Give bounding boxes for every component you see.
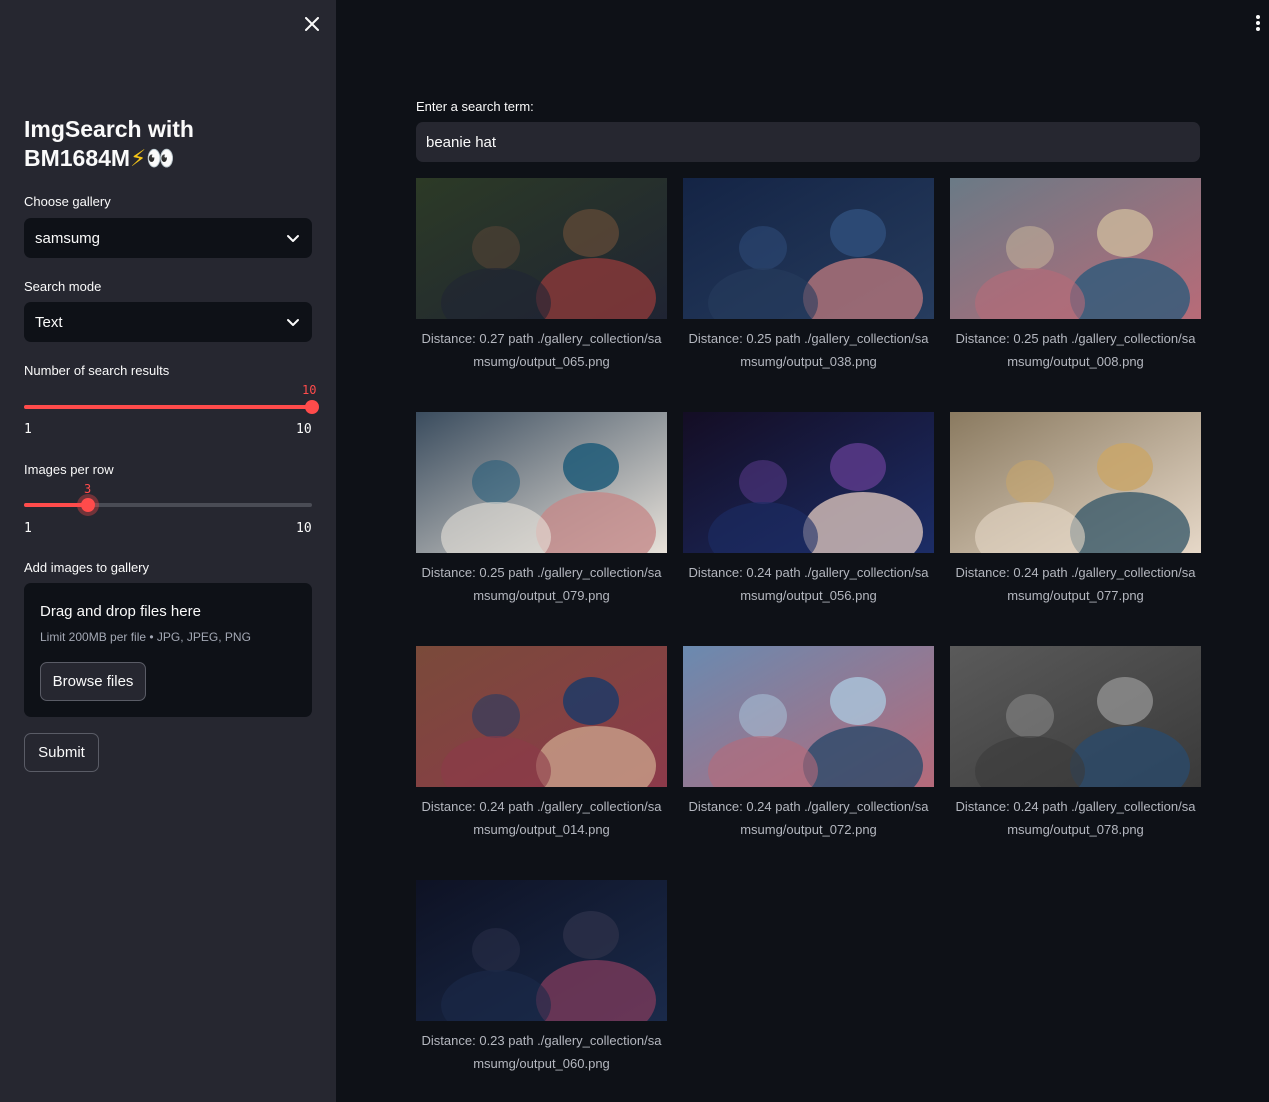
num-results-label: Number of search results: [24, 363, 170, 378]
mode-select[interactable]: Text: [24, 302, 312, 342]
result-image: [416, 178, 667, 319]
result-card: Distance: 0.25 path ./gallery_collection…: [416, 412, 667, 646]
num-results-max: 10: [296, 422, 312, 437]
mode-select-value: Text: [35, 313, 63, 331]
dropzone-title: Drag and drop files here: [40, 603, 201, 620]
browse-files-button[interactable]: Browse files: [40, 662, 146, 701]
per-row-label: Images per row: [24, 462, 114, 477]
search-label: Enter a search term:: [416, 99, 534, 114]
close-icon[interactable]: [300, 12, 324, 36]
num-results-value: 10: [302, 383, 317, 397]
result-image: [950, 178, 1201, 319]
result-caption: Distance: 0.24 path ./gallery_collection…: [688, 799, 929, 837]
per-row-value: 3: [84, 482, 92, 496]
slider-thumb[interactable]: [305, 400, 319, 414]
app-title-line2: BM1684M: [24, 145, 131, 171]
bolt-icon: ⚡: [130, 145, 147, 171]
add-images-label: Add images to gallery: [24, 560, 150, 575]
per-row-slider[interactable]: [24, 498, 312, 512]
file-dropzone[interactable]: Drag and drop files here Limit 200MB per…: [24, 583, 312, 717]
result-caption: Distance: 0.27 path ./gallery_collection…: [421, 331, 662, 369]
result-image: [416, 880, 667, 1021]
mode-label: Search mode: [24, 279, 102, 294]
num-results-min: 1: [24, 422, 32, 437]
results-grid: Distance: 0.27 path ./gallery_collection…: [416, 178, 1201, 1102]
result-image: [683, 178, 934, 319]
result-card: Distance: 0.25 path ./gallery_collection…: [950, 178, 1201, 412]
app-title: ImgSearch with BM1684M⚡👀: [24, 115, 314, 173]
result-card: Distance: 0.27 path ./gallery_collection…: [416, 178, 667, 412]
slider-fill: [24, 503, 88, 507]
more-vertical-icon[interactable]: [1250, 12, 1266, 34]
result-card: Distance: 0.24 path ./gallery_collection…: [950, 646, 1201, 880]
num-results-slider[interactable]: [24, 400, 319, 414]
gallery-select[interactable]: samsumg: [24, 218, 312, 258]
result-card: Distance: 0.24 path ./gallery_collection…: [683, 412, 934, 646]
result-image: [950, 646, 1201, 787]
result-card: Distance: 0.25 path ./gallery_collection…: [683, 178, 934, 412]
chevron-down-icon: [287, 235, 299, 242]
result-caption: Distance: 0.24 path ./gallery_collection…: [421, 799, 662, 837]
result-image: [416, 646, 667, 787]
slider-fill: [24, 405, 312, 409]
result-caption: Distance: 0.25 path ./gallery_collection…: [955, 331, 1196, 369]
result-caption: Distance: 0.25 path ./gallery_collection…: [421, 565, 662, 603]
chevron-down-icon: [287, 319, 299, 326]
result-caption: Distance: 0.23 path ./gallery_collection…: [421, 1033, 662, 1071]
app-title-line1: ImgSearch with: [24, 116, 194, 142]
slider-thumb[interactable]: [81, 498, 95, 512]
result-image: [950, 412, 1201, 553]
result-card: Distance: 0.23 path ./gallery_collection…: [416, 880, 667, 1102]
result-image: [683, 412, 934, 553]
eyes-icon: 👀: [146, 145, 175, 171]
result-caption: Distance: 0.25 path ./gallery_collection…: [688, 331, 929, 369]
dropzone-limit: Limit 200MB per file • JPG, JPEG, PNG: [40, 630, 251, 644]
result-card: Distance: 0.24 path ./gallery_collection…: [950, 412, 1201, 646]
result-image: [683, 646, 934, 787]
search-input[interactable]: [416, 122, 1200, 162]
result-caption: Distance: 0.24 path ./gallery_collection…: [688, 565, 929, 603]
result-caption: Distance: 0.24 path ./gallery_collection…: [955, 799, 1196, 837]
result-card: Distance: 0.24 path ./gallery_collection…: [683, 646, 934, 880]
gallery-select-value: samsumg: [35, 229, 101, 247]
per-row-max: 10: [296, 521, 312, 536]
result-card: Distance: 0.24 path ./gallery_collection…: [416, 646, 667, 880]
gallery-label: Choose gallery: [24, 194, 111, 209]
result-image: [416, 412, 667, 553]
per-row-min: 1: [24, 521, 32, 536]
result-caption: Distance: 0.24 path ./gallery_collection…: [955, 565, 1196, 603]
submit-button[interactable]: Submit: [24, 733, 99, 772]
sidebar: ImgSearch with BM1684M⚡👀 Choose gallery …: [0, 0, 336, 1102]
